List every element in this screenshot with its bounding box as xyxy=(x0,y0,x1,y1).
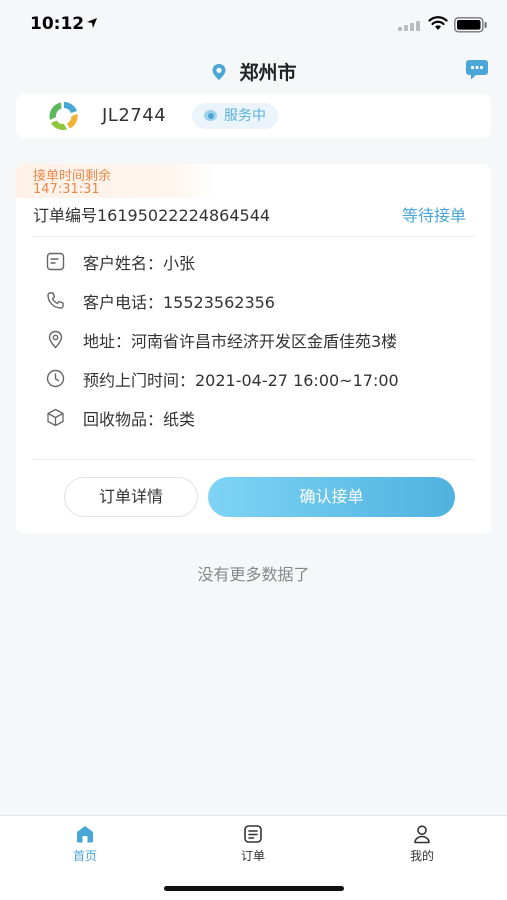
home-icon xyxy=(77,826,93,843)
service-status-text: 服务中 xyxy=(224,108,266,124)
tab-home-label: 首页 xyxy=(72,849,97,863)
city-selector[interactable]: 郑州市 xyxy=(0,58,507,85)
clock-icon xyxy=(46,369,65,388)
divider xyxy=(33,459,474,460)
customer-name: 客户姓名：小张 xyxy=(83,254,196,273)
appointment-time-row: 预约上门时间：2021-04-27 16:00~17:00 xyxy=(46,366,476,390)
eye-icon xyxy=(204,110,217,121)
order-detail-button[interactable]: 订单详情 xyxy=(64,477,198,517)
appointment-time: 预约上门时间：2021-04-27 16:00~17:00 xyxy=(83,371,399,390)
service-status-badge: 服务中 xyxy=(192,103,278,129)
order-status: 等待接单 xyxy=(402,206,467,225)
message-bubble-icon[interactable] xyxy=(465,59,489,81)
order-number: 订单编号16195022224864544 xyxy=(33,206,271,225)
city-name: 郑州市 xyxy=(239,62,297,84)
address-row: 地址：河南省许昌市经济开发区金盾佳苑3楼 xyxy=(46,327,476,351)
no-more-data-text: 没有更多数据了 xyxy=(197,565,310,584)
confirm-order-button[interactable]: 确认接单 xyxy=(208,477,455,517)
header: 郑州市 xyxy=(0,52,507,88)
status-time: 10:12 xyxy=(30,14,85,34)
battery-icon xyxy=(454,17,487,33)
box-icon xyxy=(47,408,64,427)
address: 地址：河南省许昌市经济开发区金盾佳苑3楼 xyxy=(83,332,398,351)
recycle-logo-icon xyxy=(49,102,78,131)
location-arrow-icon xyxy=(87,18,97,28)
tab-orders[interactable]: 订单 xyxy=(213,824,293,864)
user-icon xyxy=(414,825,430,844)
tab-home[interactable]: 首页 xyxy=(45,824,125,864)
signal-icon xyxy=(398,21,420,31)
customer-phone: 客户电话：15523562356 xyxy=(83,293,275,312)
tab-profile[interactable]: 我的 xyxy=(382,824,462,864)
wifi-icon xyxy=(428,16,448,30)
location-pin-icon xyxy=(212,63,226,80)
phone-icon xyxy=(47,292,64,309)
home-indicator xyxy=(164,886,344,891)
remaining-time-box: 接单时间剩余 147:31:31 xyxy=(16,164,216,198)
customer-name-row: 客户姓名：小张 xyxy=(46,249,476,273)
tab-profile-label: 我的 xyxy=(409,849,434,863)
order-list-icon xyxy=(244,825,262,843)
order-card[interactable]: 接单时间剩余 147:31:31 订单编号16195022224864544 等… xyxy=(16,164,491,534)
remaining-time-value: 147:31:31 xyxy=(33,182,100,197)
customer-phone-row: 客户电话：15523562356 xyxy=(46,288,476,312)
user-id: JL2744 xyxy=(102,105,167,126)
user-card: JL2744 服务中 xyxy=(16,94,491,138)
status-bar: 10:12 xyxy=(0,0,507,48)
recycle-items-row: 回收物品：纸类 xyxy=(46,405,476,429)
recycle-items: 回收物品：纸类 xyxy=(83,410,196,429)
divider xyxy=(33,236,474,237)
note-icon xyxy=(46,252,65,271)
location-icon xyxy=(48,330,63,349)
tab-orders-label: 订单 xyxy=(240,849,265,863)
